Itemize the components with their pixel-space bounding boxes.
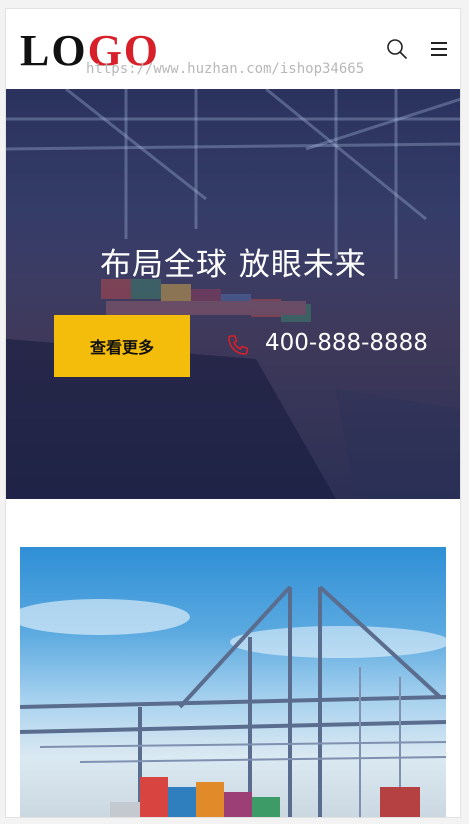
port-crane-image	[20, 585, 446, 817]
hamburger-menu-icon	[431, 42, 447, 56]
hero-background-image	[6, 89, 460, 499]
view-more-button[interactable]: 查看更多	[54, 315, 190, 377]
logo-text-dark: LO	[20, 26, 88, 75]
search-button[interactable]	[384, 36, 410, 62]
hotline-number[interactable]: 400-888-8888	[265, 330, 428, 356]
site-header: LO GO https://www.huzhan.com/ishop34665	[6, 9, 460, 89]
search-icon	[387, 39, 407, 59]
phone-icon	[228, 335, 248, 355]
menu-button[interactable]	[426, 36, 452, 62]
hero-banner: 布局全球 放眼未来 查看更多 400-888-8888	[6, 89, 460, 499]
hero-title: 布局全球 放眼未来	[100, 247, 367, 283]
watermark-url: https://www.huzhan.com/ishop34665	[86, 61, 365, 77]
page-frame: LO GO https://www.huzhan.com/ishop34665	[5, 8, 461, 818]
port-crane-photo	[20, 547, 446, 817]
